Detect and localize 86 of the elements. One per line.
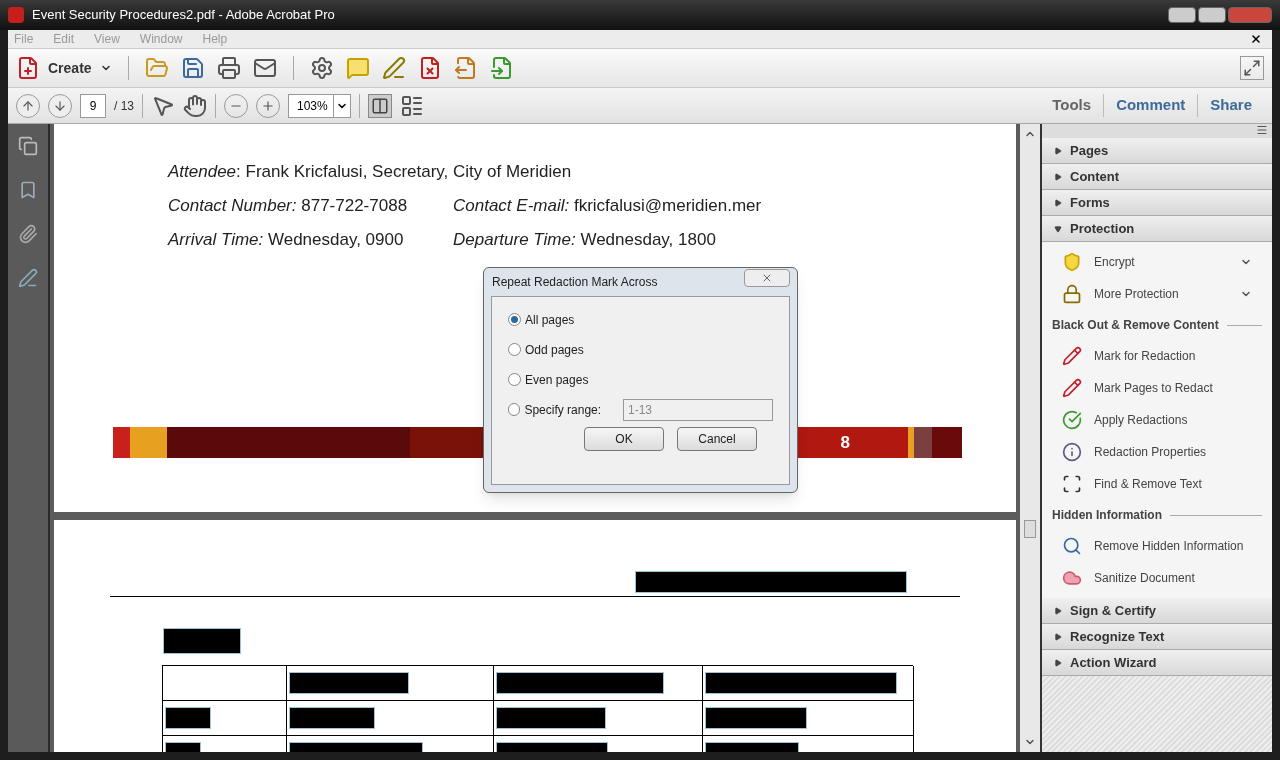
window-title: Event Security Procedures2.pdf - Adobe Acrobat Pro [32, 6, 335, 25]
shield-icon [1062, 252, 1082, 272]
page-number-field[interactable]: 9 [80, 93, 106, 118]
radio-button[interactable] [508, 343, 521, 356]
document-text: Arrival Time: Wednesday, 0900 [168, 229, 404, 251]
document-text: Contact E-mail: fkricfalusi@meridien.mer [453, 195, 762, 217]
bookmark-icon[interactable] [18, 180, 38, 200]
lock-icon [1062, 284, 1082, 304]
paperclip-icon[interactable] [18, 224, 38, 244]
document-text: Attendee: Frank Kricfalusi, Secretary, City of Meridien [168, 161, 572, 183]
panel-section-header[interactable]: Action Wizard [1042, 650, 1272, 676]
triangle-icon [1054, 198, 1062, 207]
info-icon [1062, 442, 1082, 462]
pencil-icon [1062, 378, 1082, 398]
app-logo-icon [8, 7, 24, 23]
zoom-dropdown[interactable]: 103% [288, 93, 351, 118]
redaction-block [166, 708, 210, 728]
triangle-icon [1054, 224, 1062, 233]
previous-page-icon[interactable] [16, 93, 40, 118]
tool-item[interactable]: More Protection [1042, 278, 1272, 310]
triangle-icon [1054, 172, 1062, 181]
close-button[interactable] [744, 269, 790, 287]
close-icon [761, 272, 773, 284]
section-heading: Black Out & Remove Content [1052, 317, 1219, 334]
panel-section-header[interactable]: Pages [1042, 138, 1272, 164]
tool-item[interactable]: Encrypt [1042, 246, 1272, 278]
save-icon[interactable] [180, 56, 205, 80]
dialog-title: Repeat Redaction Mark Across [491, 274, 658, 291]
document-text: Departure Time: Wednesday, 1800 [453, 229, 716, 251]
document-export-icon[interactable] [453, 56, 478, 80]
fit-page-icon[interactable] [400, 93, 424, 118]
tool-item[interactable]: Mark Pages to Redact [1042, 372, 1272, 404]
panel-section-header[interactable]: Content [1042, 164, 1272, 190]
tool-item[interactable]: Find & Remove Text [1042, 468, 1272, 500]
document-text: Contact Number: 877-722-7088 [168, 195, 408, 217]
text-edit-icon[interactable] [381, 56, 406, 80]
pane-tab[interactable]: Share [1197, 94, 1264, 117]
comment-icon[interactable] [345, 56, 370, 80]
dialog-button[interactable]: OK [584, 427, 664, 451]
mail-icon[interactable] [252, 56, 277, 80]
hand-tool-icon[interactable] [183, 93, 207, 118]
close-icon[interactable] [1250, 33, 1262, 45]
check-icon [1062, 410, 1082, 430]
radio-label: All pages [525, 311, 576, 329]
fit-width-icon[interactable] [368, 93, 392, 118]
radio-button[interactable] [508, 313, 521, 326]
magnifier-icon [1062, 536, 1082, 556]
signature-icon[interactable] [18, 268, 38, 288]
triangle-icon [1054, 146, 1062, 155]
radio-button[interactable] [508, 403, 521, 416]
panel-options-icon[interactable] [1256, 124, 1268, 136]
print-icon[interactable] [216, 56, 241, 80]
radio-label: Specify range: [524, 401, 603, 419]
dialog-button[interactable]: Cancel [677, 427, 757, 451]
tool-item[interactable]: Apply Redactions [1042, 404, 1272, 436]
pane-tab[interactable]: Comment [1103, 94, 1198, 117]
next-page-icon[interactable] [48, 93, 72, 118]
pages-icon[interactable] [18, 136, 38, 156]
document-icon [16, 56, 40, 80]
tool-item[interactable]: Mark for Redaction [1042, 340, 1272, 372]
section-heading: Hidden Information [1052, 507, 1162, 524]
tool-item[interactable]: Redaction Properties [1042, 436, 1272, 468]
maximize-button[interactable] [1198, 7, 1226, 23]
pencil-icon [1062, 346, 1082, 366]
panel-section-header[interactable]: Protection [1042, 216, 1272, 242]
page-number: 8 [840, 431, 850, 454]
radio-button[interactable] [508, 373, 521, 386]
folder-icon[interactable] [144, 56, 169, 80]
expand-icon[interactable] [1240, 56, 1264, 80]
triangle-icon [1054, 632, 1062, 641]
radio-label: Even pages [525, 371, 590, 389]
create-button[interactable]: Create [16, 56, 112, 80]
scrollbar-thumb[interactable] [1024, 520, 1036, 538]
pane-tab[interactable]: Tools [1040, 94, 1104, 117]
panel-section-header[interactable]: Recognize Text [1042, 624, 1272, 650]
radio-label: Odd pages [525, 341, 585, 359]
minimize-button[interactable] [1168, 7, 1196, 23]
tool-item[interactable]: Remove Hidden Information [1042, 530, 1272, 562]
page-count: / 13 [114, 97, 134, 115]
panel-section-header[interactable]: Sign & Certify [1042, 598, 1272, 624]
panel-section-header[interactable]: Forms [1042, 190, 1272, 216]
tool-item[interactable]: Sanitize Document [1042, 562, 1272, 594]
settings-icon[interactable] [309, 56, 334, 80]
triangle-icon [1054, 658, 1062, 667]
triangle-icon [1054, 606, 1062, 615]
document-import-icon[interactable] [489, 56, 514, 80]
